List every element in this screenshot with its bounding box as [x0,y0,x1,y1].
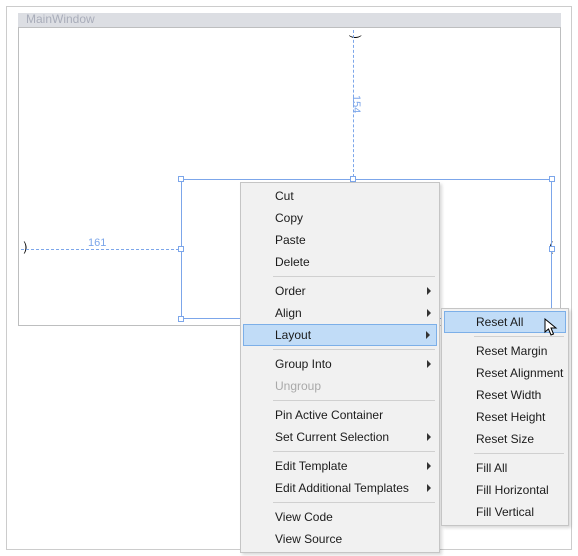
menu-copy-label: Copy [275,211,303,225]
submenu-arrow-icon [427,360,431,368]
menu-paste-label: Paste [275,233,306,247]
menu-cut-label: Cut [275,189,294,203]
submenu-reset-margin-label: Reset Margin [476,344,547,358]
menu-separator [273,451,435,452]
submenu-reset-alignment[interactable]: Reset Alignment [444,362,566,384]
margin-left-value: 161 [88,237,106,249]
menu-cut[interactable]: Cut [243,185,437,207]
menu-group-into[interactable]: Group Into [243,353,437,375]
resize-handle[interactable] [178,316,184,322]
menu-edit-template-label: Edit Template [275,459,348,473]
submenu-reset-alignment-label: Reset Alignment [476,366,563,380]
menu-pin-active-container[interactable]: Pin Active Container [243,404,437,426]
submenu-reset-all[interactable]: Reset All [444,311,566,333]
submenu-fill-all-label: Fill All [476,461,507,475]
context-menu: Cut Copy Paste Delete Order Align Layout… [240,182,440,553]
menu-set-current-selection[interactable]: Set Current Selection [243,426,437,448]
designer-titlebar [18,13,561,27]
layout-submenu: Reset All Reset Margin Reset Alignment R… [441,308,569,526]
menu-view-code[interactable]: View Code [243,506,437,528]
menu-separator [273,400,435,401]
margin-top-value: 154 [350,95,362,113]
menu-layout-label: Layout [275,328,311,342]
resize-handle[interactable] [549,176,555,182]
menu-view-code-label: View Code [275,510,333,524]
menu-edit-template[interactable]: Edit Template [243,455,437,477]
menu-order-label: Order [275,284,306,298]
submenu-reset-width[interactable]: Reset Width [444,384,566,406]
menu-set-selection-label: Set Current Selection [275,430,389,444]
menu-separator [273,502,435,503]
menu-separator [273,276,435,277]
submenu-arrow-icon [427,462,431,470]
anchor-top-icon: ⏝ [349,23,362,36]
menu-order[interactable]: Order [243,280,437,302]
menu-view-source-label: View Source [275,532,342,546]
submenu-reset-all-label: Reset All [476,315,523,329]
submenu-fill-horizontal-label: Fill Horizontal [476,483,549,497]
menu-view-source[interactable]: View Source [243,528,437,550]
menu-separator [474,453,564,454]
submenu-reset-size[interactable]: Reset Size [444,428,566,450]
submenu-arrow-icon [427,484,431,492]
anchor-left-icon: ⏜ [13,241,26,254]
menu-ungroup: Ungroup [243,375,437,397]
menu-pin-label: Pin Active Container [275,408,383,422]
menu-layout[interactable]: Layout [243,324,437,346]
submenu-reset-height[interactable]: Reset Height [444,406,566,428]
menu-group-into-label: Group Into [275,357,332,371]
submenu-reset-size-label: Reset Size [476,432,534,446]
margin-guide-left [21,249,179,250]
submenu-arrow-icon [427,287,431,295]
submenu-fill-vertical-label: Fill Vertical [476,505,534,519]
submenu-fill-vertical[interactable]: Fill Vertical [444,501,566,523]
menu-edit-additional-templates[interactable]: Edit Additional Templates [243,477,437,499]
submenu-arrow-icon [427,433,431,441]
menu-align-label: Align [275,306,302,320]
submenu-fill-all[interactable]: Fill All [444,457,566,479]
submenu-fill-horizontal[interactable]: Fill Horizontal [444,479,566,501]
menu-edit-additional-label: Edit Additional Templates [275,481,409,495]
menu-delete[interactable]: Delete [243,251,437,273]
menu-paste[interactable]: Paste [243,229,437,251]
resize-handle[interactable] [549,246,555,252]
menu-separator [273,349,435,350]
submenu-arrow-icon [427,309,431,317]
resize-handle[interactable] [178,176,184,182]
submenu-reset-height-label: Reset Height [476,410,545,424]
menu-separator [474,336,564,337]
menu-delete-label: Delete [275,255,310,269]
submenu-reset-width-label: Reset Width [476,388,541,402]
window-title: MainWindow [26,12,95,26]
menu-ungroup-label: Ungroup [275,379,321,393]
submenu-arrow-icon [426,331,430,339]
menu-align[interactable]: Align [243,302,437,324]
menu-copy[interactable]: Copy [243,207,437,229]
submenu-reset-margin[interactable]: Reset Margin [444,340,566,362]
